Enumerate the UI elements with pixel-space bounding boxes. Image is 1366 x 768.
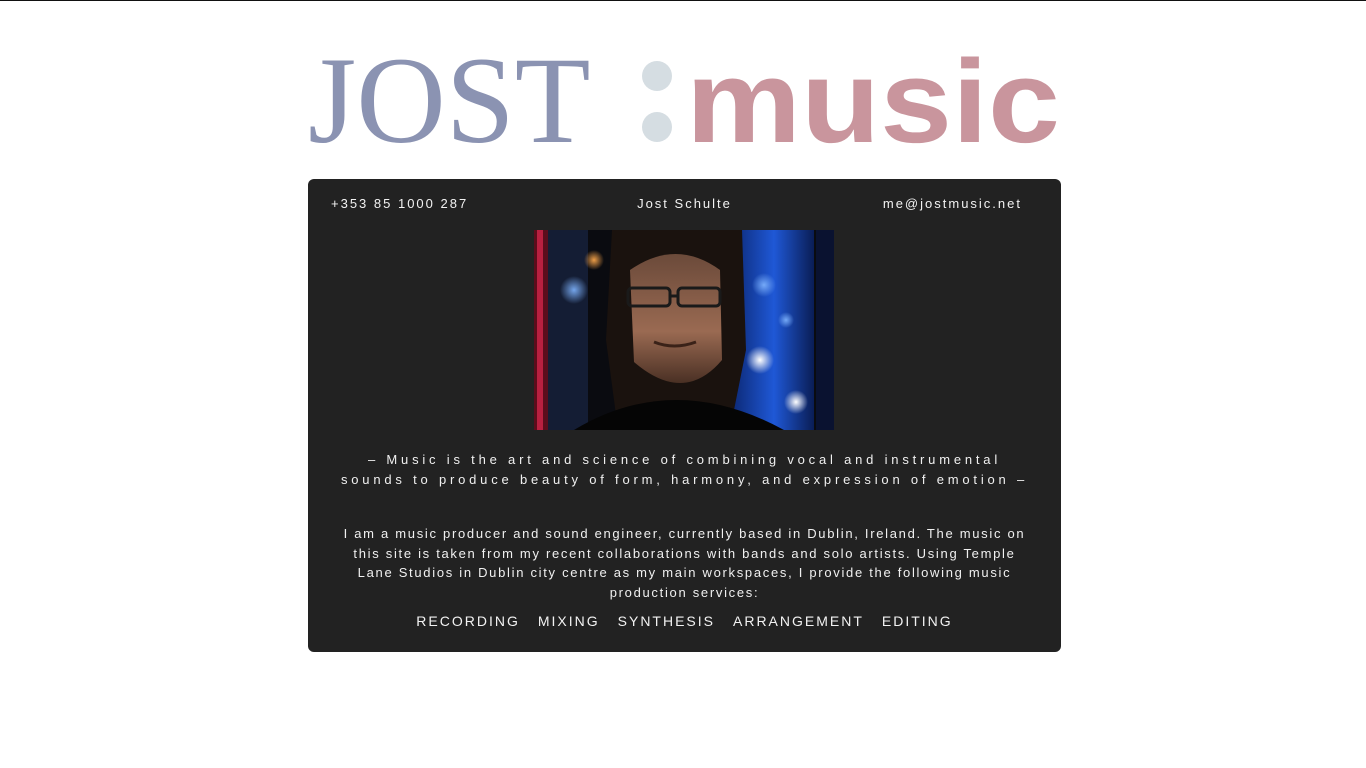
logo-music-text: music — [686, 36, 1060, 168]
portrait-photo — [534, 230, 834, 430]
service-arrangement-link[interactable]: ARRANGEMENT — [733, 613, 864, 629]
service-synthesis-link[interactable]: SYNTHESIS — [618, 613, 715, 629]
service-mixing-link[interactable]: MIXING — [538, 613, 600, 629]
contact-bar: +353 85 1000 287 Jost Schulte me@jostmus… — [308, 196, 1061, 216]
content-card: +353 85 1000 287 Jost Schulte me@jostmus… — [308, 179, 1061, 652]
top-border — [0, 0, 1366, 1]
music-quote: – Music is the art and science of combin… — [340, 452, 1029, 487]
logo-colon-top-dot — [642, 61, 672, 91]
bio-paragraph: I am a music producer and sound engineer… — [343, 526, 1026, 600]
logo-jost-text: JOST — [308, 32, 591, 169]
site-logo[interactable]: JOST music — [300, 14, 1066, 174]
service-recording-link[interactable]: RECORDING — [416, 613, 520, 629]
services-nav: RECORDING MIXING SYNTHESIS ARRANGEMENT E… — [308, 613, 1061, 629]
email-link[interactable]: me@jostmusic.net — [883, 196, 1022, 211]
service-editing-link[interactable]: EDITING — [882, 613, 953, 629]
logo-colon-bottom-dot — [642, 112, 672, 142]
